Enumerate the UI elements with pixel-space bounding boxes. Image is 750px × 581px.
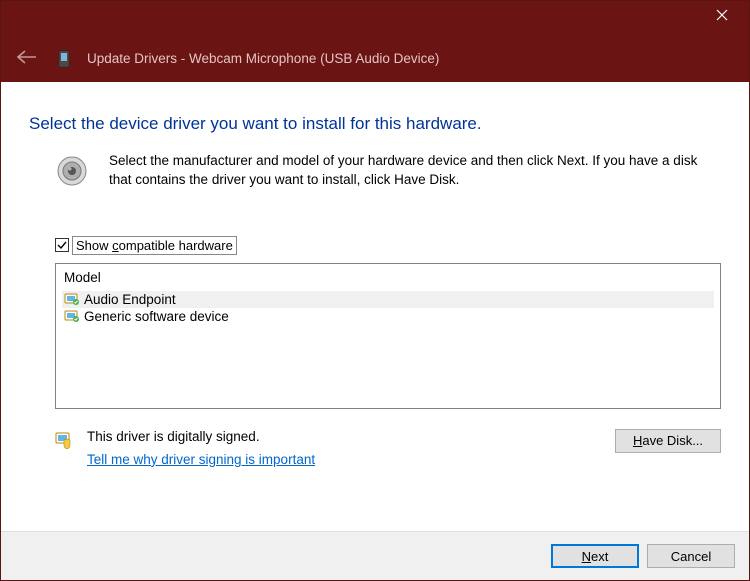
device-icon: [57, 49, 71, 69]
show-compatible-checkbox[interactable]: [55, 238, 69, 252]
list-item[interactable]: Generic software device: [62, 308, 714, 325]
speaker-icon: [55, 154, 89, 188]
signed-row: This driver is digitally signed. Tell me…: [29, 429, 721, 467]
driver-signed-icon: [64, 309, 80, 323]
signing-info-link[interactable]: Tell me why driver signing is important: [87, 452, 315, 467]
list-header-model: Model: [62, 268, 714, 291]
header-title: Update Drivers - Webcam Microphone (USB …: [87, 51, 439, 66]
driver-list[interactable]: Model Audio Endpoint Generic software de…: [55, 263, 721, 409]
wizard-content: Select the device driver you want to ins…: [1, 82, 749, 481]
close-icon: [716, 9, 728, 21]
titlebar: [1, 1, 749, 35]
wizard-header: Update Drivers - Webcam Microphone (USB …: [1, 35, 749, 82]
signed-text: This driver is digitally signed.: [87, 429, 601, 444]
have-disk-button[interactable]: Have Disk...: [615, 429, 721, 453]
info-text: Select the manufacturer and model of you…: [109, 152, 709, 190]
shield-icon: [55, 431, 73, 449]
show-compatible-row: Show compatible hardware: [29, 236, 721, 255]
back-arrow-icon: [17, 50, 37, 64]
close-button[interactable]: [699, 1, 745, 29]
list-item[interactable]: Audio Endpoint: [62, 291, 714, 308]
list-item-label: Generic software device: [84, 309, 229, 324]
list-item-label: Audio Endpoint: [84, 292, 176, 307]
show-compatible-label[interactable]: Show compatible hardware: [72, 236, 237, 255]
back-button[interactable]: [13, 46, 41, 71]
driver-signed-icon: [64, 292, 80, 306]
wizard-footer: Next Cancel: [1, 531, 749, 580]
next-button[interactable]: Next: [551, 544, 639, 568]
check-icon: [57, 240, 67, 250]
cancel-button[interactable]: Cancel: [647, 544, 735, 568]
info-row: Select the manufacturer and model of you…: [29, 152, 721, 190]
page-heading: Select the device driver you want to ins…: [29, 114, 721, 134]
